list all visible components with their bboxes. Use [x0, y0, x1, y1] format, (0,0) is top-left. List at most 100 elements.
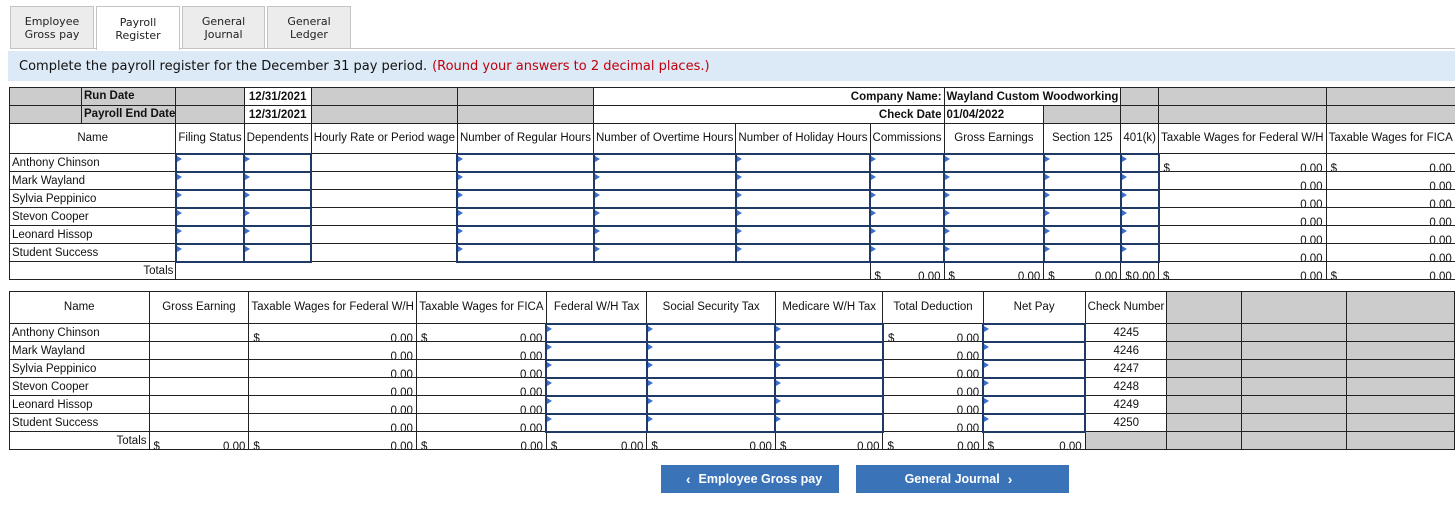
401k-input[interactable]	[1123, 155, 1156, 170]
net-pay-input[interactable]	[986, 415, 1083, 430]
commissions-input[interactable]	[873, 155, 942, 170]
holiday-hours[interactable]	[734, 188, 872, 209]
medicare-wh-tax-input[interactable]	[778, 415, 880, 430]
holiday-hours-input[interactable]	[738, 173, 868, 188]
filing-status-input[interactable]	[178, 227, 242, 242]
federal-wh-tax-input[interactable]	[549, 325, 644, 340]
holiday-hours-input[interactable]	[738, 155, 868, 170]
401k-input[interactable]	[1123, 227, 1156, 242]
dependents-input[interactable]	[247, 227, 309, 242]
social-security-tax-input[interactable]	[649, 325, 773, 340]
holiday-hours-input[interactable]	[738, 245, 868, 260]
regular-hours[interactable]	[456, 188, 595, 209]
401k-input[interactable]	[1123, 209, 1156, 224]
gross-earnings[interactable]	[943, 224, 1045, 245]
gross-earnings[interactable]	[943, 206, 1045, 227]
401k-input[interactable]	[1123, 173, 1156, 188]
commissions-input[interactable]	[873, 245, 942, 260]
holiday-hours[interactable]	[734, 206, 872, 227]
section-125[interactable]	[1042, 188, 1122, 209]
regular-hours[interactable]	[456, 206, 595, 227]
social-security-tax[interactable]	[645, 358, 777, 379]
social-security-tax-input[interactable]	[649, 361, 773, 376]
federal-wh-tax[interactable]	[545, 358, 648, 379]
filing-status-input[interactable]	[178, 173, 242, 188]
federal-wh-tax-input[interactable]	[549, 361, 644, 376]
401k[interactable]	[1119, 152, 1160, 173]
dependents[interactable]	[243, 170, 313, 191]
filing-status[interactable]	[174, 224, 246, 245]
social-security-tax[interactable]	[645, 376, 777, 397]
medicare-wh-tax-input[interactable]	[778, 343, 880, 358]
section-125-input[interactable]	[1046, 173, 1118, 188]
401k[interactable]	[1119, 170, 1160, 191]
holiday-hours[interactable]	[734, 224, 872, 245]
net-pay-input[interactable]	[986, 361, 1083, 376]
section-125[interactable]	[1042, 152, 1122, 173]
commissions[interactable]	[869, 242, 946, 263]
gross-earnings-input[interactable]	[947, 227, 1041, 242]
dependents-input[interactable]	[247, 173, 309, 188]
federal-wh-tax[interactable]	[545, 394, 648, 415]
next-general-journal-button[interactable]: General Journal ›	[856, 465, 1069, 493]
medicare-wh-tax[interactable]	[774, 412, 884, 433]
net-pay-input[interactable]	[986, 397, 1083, 412]
regular-hours[interactable]	[456, 224, 595, 245]
gross-earnings-input[interactable]	[947, 155, 1041, 170]
holiday-hours[interactable]	[734, 152, 872, 173]
dependents-input[interactable]	[247, 191, 309, 206]
gross-earnings-input[interactable]	[947, 191, 1041, 206]
tab-general-journal[interactable]: General Journal	[182, 6, 265, 48]
regular-hours[interactable]	[456, 170, 595, 191]
regular-hours-input[interactable]	[460, 209, 591, 224]
regular-hours[interactable]	[456, 152, 595, 173]
dependents-input[interactable]	[247, 245, 309, 260]
overtime-hours-input[interactable]	[596, 227, 733, 242]
commissions[interactable]	[869, 152, 946, 173]
net-pay[interactable]	[982, 322, 1087, 343]
social-security-tax-input[interactable]	[649, 397, 773, 412]
gross-earnings-input[interactable]	[947, 209, 1041, 224]
commissions-input[interactable]	[873, 173, 942, 188]
401k[interactable]	[1119, 242, 1160, 263]
regular-hours-input[interactable]	[460, 245, 591, 260]
social-security-tax-input[interactable]	[649, 379, 773, 394]
filing-status[interactable]	[174, 242, 246, 263]
regular-hours[interactable]	[456, 242, 595, 263]
overtime-hours-input[interactable]	[596, 155, 733, 170]
commissions-input[interactable]	[873, 227, 942, 242]
gross-earnings-input[interactable]	[947, 245, 1041, 260]
net-pay[interactable]	[982, 376, 1087, 397]
net-pay[interactable]	[982, 412, 1087, 433]
dependents[interactable]	[243, 152, 313, 173]
filing-status-input[interactable]	[178, 155, 242, 170]
overtime-hours-input[interactable]	[596, 245, 733, 260]
holiday-hours[interactable]	[734, 242, 872, 263]
filing-status[interactable]	[174, 152, 246, 173]
filing-status[interactable]	[174, 206, 246, 227]
section-125-input[interactable]	[1046, 227, 1118, 242]
dependents-input[interactable]	[247, 209, 309, 224]
overtime-hours[interactable]	[592, 170, 737, 191]
prev-employee-gross-pay-button[interactable]: ‹ Employee Gross pay	[661, 465, 839, 493]
section-125[interactable]	[1042, 224, 1122, 245]
filing-status[interactable]	[174, 188, 246, 209]
overtime-hours[interactable]	[592, 242, 737, 263]
dependents[interactable]	[243, 188, 313, 209]
medicare-wh-tax-input[interactable]	[778, 325, 880, 340]
social-security-tax-input[interactable]	[649, 415, 773, 430]
section-125[interactable]	[1042, 242, 1122, 263]
overtime-hours[interactable]	[592, 188, 737, 209]
401k-input[interactable]	[1123, 245, 1156, 260]
federal-wh-tax-input[interactable]	[549, 343, 644, 358]
federal-wh-tax-input[interactable]	[549, 415, 644, 430]
tab-payroll-register[interactable]: Payroll Register	[96, 6, 180, 50]
medicare-wh-tax-input[interactable]	[778, 379, 880, 394]
federal-wh-tax[interactable]	[545, 376, 648, 397]
holiday-hours-input[interactable]	[738, 209, 868, 224]
gross-earnings[interactable]	[943, 152, 1045, 173]
section-125-input[interactable]	[1046, 245, 1118, 260]
overtime-hours[interactable]	[592, 206, 737, 227]
net-pay[interactable]	[982, 394, 1087, 415]
commissions-input[interactable]	[873, 191, 942, 206]
